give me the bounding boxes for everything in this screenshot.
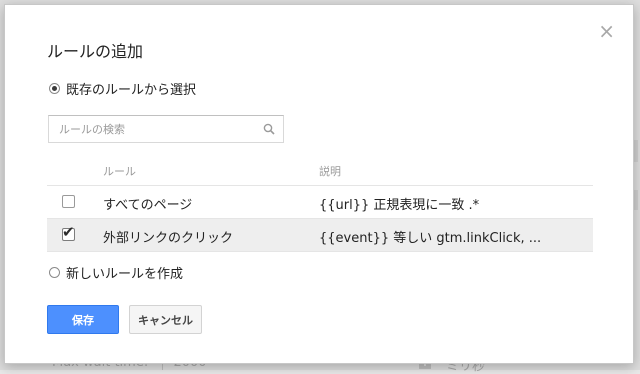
rule-description: {{event}} 等しい gtm.linkClick, ...: [319, 231, 542, 246]
option-new-label: 新しいルールを作成: [66, 267, 184, 282]
dialog-title: ルールの追加: [47, 42, 144, 61]
option-existing-rule[interactable]: 既存のルールから選択: [49, 79, 196, 98]
checkmark-icon: ✔: [62, 223, 75, 241]
cancel-button[interactable]: キャンセル: [129, 305, 202, 334]
table-header: ルール 説明: [47, 155, 593, 186]
option-new-rule[interactable]: 新しいルールを作成: [49, 263, 183, 282]
row-checkbox[interactable]: [62, 195, 75, 208]
column-header-rule: ルール: [103, 165, 136, 178]
close-icon[interactable]: ×: [598, 21, 615, 41]
option-existing-label: 既存のルールから選択: [66, 83, 197, 98]
rule-name: すべてのページ: [103, 198, 193, 213]
search-input[interactable]: [49, 121, 261, 137]
rule-search: [48, 115, 284, 143]
add-rule-dialog: × ルールの追加 既存のルールから選択 ルール 説明 すべてのページ {{url…: [4, 4, 634, 364]
search-icon[interactable]: [263, 123, 275, 135]
radio-existing[interactable]: [49, 83, 60, 94]
row-checkbox[interactable]: ✔: [62, 223, 75, 241]
table-row[interactable]: すべてのページ {{url}} 正規表現に一致 .*: [47, 186, 593, 219]
table-row[interactable]: ✔ 外部リンクのクリック {{event}} 等しい gtm.linkClick…: [47, 219, 593, 252]
rule-description: {{url}} 正規表現に一致 .*: [319, 198, 480, 213]
column-header-description: 説明: [319, 165, 341, 178]
save-button[interactable]: 保存: [47, 305, 119, 334]
rules-table: ルール 説明 すべてのページ {{url}} 正規表現に一致 .* ✔ 外部リン…: [47, 155, 593, 252]
rule-name: 外部リンクのクリック: [103, 231, 234, 246]
radio-new[interactable]: [49, 267, 60, 278]
